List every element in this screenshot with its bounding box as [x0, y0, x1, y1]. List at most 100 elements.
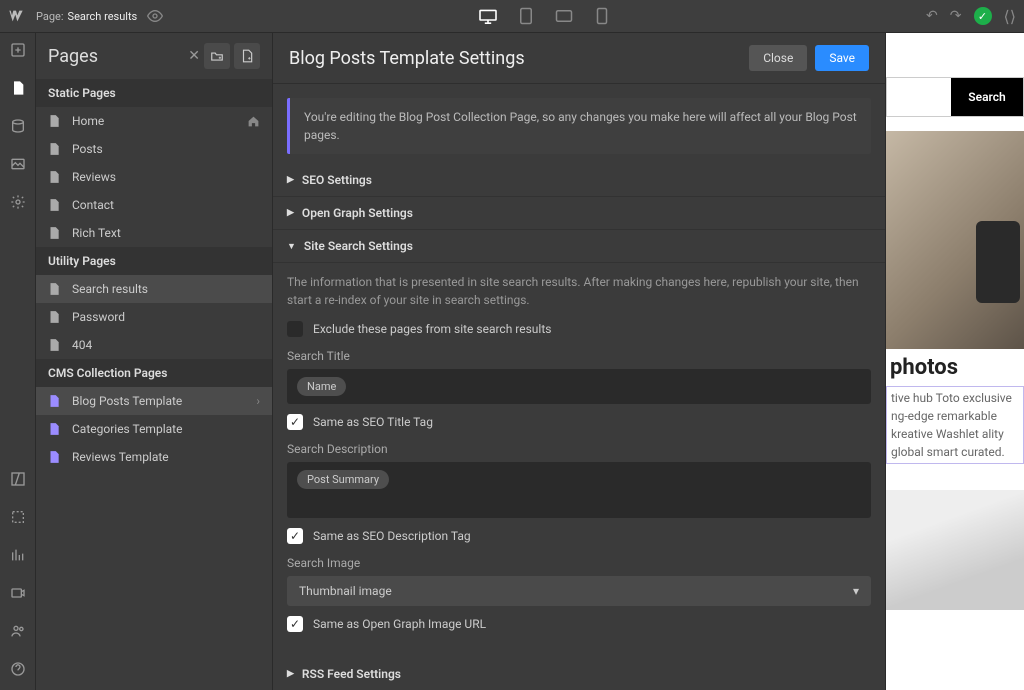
- info-text: You're editing the Blog Post Collection …: [304, 110, 857, 142]
- preview-heading: photos: [886, 349, 1024, 386]
- search-settings-toggle[interactable]: ▼Site Search Settings: [273, 230, 885, 263]
- cms-page-icon: [48, 450, 62, 464]
- page-label: Search results: [72, 282, 148, 296]
- new-page-icon[interactable]: [234, 43, 260, 69]
- preview-search-input[interactable]: [887, 78, 951, 116]
- redo-icon[interactable]: ↷: [950, 8, 962, 24]
- help-icon[interactable]: [7, 658, 29, 680]
- pages-panel: Pages ✕ Static Pages Home Posts Reviews …: [36, 33, 273, 690]
- new-folder-icon[interactable]: [204, 43, 230, 69]
- page-file-icon: [48, 198, 62, 212]
- close-panel-icon[interactable]: ✕: [188, 48, 200, 64]
- page-file-icon: [48, 114, 62, 128]
- cms-icon[interactable]: [7, 115, 29, 137]
- preview-icon[interactable]: [147, 8, 163, 24]
- page-file-icon: [48, 282, 62, 296]
- close-button[interactable]: Close: [749, 45, 807, 71]
- tablet-landscape-icon[interactable]: [554, 6, 574, 26]
- settings-icon[interactable]: [7, 191, 29, 213]
- preview-phone-shape: [976, 221, 1020, 303]
- audit-icon[interactable]: [7, 544, 29, 566]
- page-item-home[interactable]: Home: [36, 107, 272, 135]
- topbar-right: ↶ ↷ ✓ ⟨⟩: [926, 7, 1016, 26]
- left-rail: [0, 33, 36, 690]
- page-file-icon: [48, 310, 62, 324]
- chevron-right-icon: ›: [256, 394, 260, 408]
- same-image-row[interactable]: ✓Same as Open Graph Image URL: [287, 616, 871, 632]
- mobile-icon[interactable]: [592, 6, 612, 26]
- video-icon[interactable]: [7, 582, 29, 604]
- page-label: Home: [72, 114, 104, 128]
- canvas-preview: Search photos tive hub Toto exclusive ng…: [886, 33, 1024, 690]
- page-item-contact[interactable]: Contact: [36, 191, 272, 219]
- triangle-right-icon: ▶: [287, 175, 294, 185]
- code-icon[interactable]: ⟨⟩: [1004, 7, 1016, 26]
- page-item-404[interactable]: 404: [36, 331, 272, 359]
- same-desc-row[interactable]: ✓Same as SEO Description Tag: [287, 528, 871, 544]
- static-pages-head: Static Pages: [36, 79, 272, 107]
- preview-paragraph: tive hub Toto exclusive ng-edge remarkab…: [886, 386, 1024, 464]
- page-label: Rich Text: [72, 226, 121, 240]
- page-item-password[interactable]: Password: [36, 303, 272, 331]
- navigator-icon[interactable]: [7, 468, 29, 490]
- checkbox-checked-icon[interactable]: ✓: [287, 528, 303, 544]
- page-label: Categories Template: [72, 422, 182, 436]
- pages-icon[interactable]: [7, 77, 29, 99]
- status-check-icon[interactable]: ✓: [974, 7, 992, 25]
- page-label: Posts: [72, 142, 103, 156]
- undo-icon[interactable]: ↶: [926, 8, 938, 24]
- rss-settings-toggle[interactable]: ▶RSS Feed Settings: [273, 658, 885, 690]
- search-title-input[interactable]: Name: [287, 369, 871, 404]
- settings-panel: Blog Posts Template Settings Close Save …: [273, 33, 886, 690]
- page-file-icon: [48, 142, 62, 156]
- assets-icon[interactable]: [7, 153, 29, 175]
- page-item-search-results[interactable]: Search results: [36, 275, 272, 303]
- info-banner: You're editing the Blog Post Collection …: [287, 98, 871, 154]
- page-item-richtext[interactable]: Rich Text: [36, 219, 272, 247]
- field-pill[interactable]: Name: [297, 377, 346, 396]
- search-image-select[interactable]: Thumbnail image▾: [287, 576, 871, 606]
- device-switcher: [163, 6, 926, 26]
- webflow-logo-icon: [8, 8, 24, 24]
- page-value[interactable]: Search results: [68, 10, 138, 23]
- search-desc: The information that is presented in sit…: [287, 273, 871, 309]
- exclude-checkbox-row[interactable]: Exclude these pages from site search res…: [287, 321, 871, 337]
- desktop-icon[interactable]: [478, 6, 498, 26]
- settings-title: Blog Posts Template Settings: [289, 48, 749, 69]
- topbar: Page: Search results ↶ ↷ ✓ ⟨⟩: [0, 0, 1024, 33]
- preview-search-button[interactable]: Search: [951, 78, 1023, 116]
- add-icon[interactable]: [7, 39, 29, 61]
- preview-search-bar: Search: [886, 77, 1024, 117]
- preview-image-2: [886, 490, 1024, 610]
- same-title-row[interactable]: ✓Same as SEO Title Tag: [287, 414, 871, 430]
- checkbox-checked-icon[interactable]: ✓: [287, 616, 303, 632]
- search-image-label: Search Image: [287, 556, 871, 570]
- search-desc-input[interactable]: Post Summary: [287, 462, 871, 518]
- page-item-reviews-template[interactable]: Reviews Template: [36, 443, 272, 471]
- checkbox-checked-icon[interactable]: ✓: [287, 414, 303, 430]
- cms-pages-head: CMS Collection Pages: [36, 359, 272, 387]
- triangle-right-icon: ▶: [287, 669, 294, 679]
- page-item-blog-template[interactable]: Blog Posts Template ›: [36, 387, 272, 415]
- og-settings-toggle[interactable]: ▶Open Graph Settings: [273, 197, 885, 230]
- page-item-reviews[interactable]: Reviews: [36, 163, 272, 191]
- page-item-posts[interactable]: Posts: [36, 135, 272, 163]
- page-item-categories-template[interactable]: Categories Template: [36, 415, 272, 443]
- page-label: Reviews Template: [72, 450, 169, 464]
- page-label: Page:: [36, 10, 64, 23]
- tablet-icon[interactable]: [516, 6, 536, 26]
- selection-icon[interactable]: [7, 506, 29, 528]
- users-icon[interactable]: [7, 620, 29, 642]
- page-file-icon: [48, 170, 62, 184]
- field-pill[interactable]: Post Summary: [297, 470, 389, 489]
- search-settings-body: The information that is presented in sit…: [273, 263, 885, 658]
- page-label: Contact: [72, 198, 114, 212]
- checkbox-unchecked-icon[interactable]: [287, 321, 303, 337]
- page-label: Blog Posts Template: [72, 394, 182, 408]
- pages-header: Pages ✕: [36, 33, 272, 79]
- page-label: 404: [72, 338, 92, 352]
- seo-settings-toggle[interactable]: ▶SEO Settings: [273, 164, 885, 197]
- save-button[interactable]: Save: [815, 45, 869, 71]
- triangle-right-icon: ▶: [287, 208, 294, 218]
- page-file-icon: [48, 226, 62, 240]
